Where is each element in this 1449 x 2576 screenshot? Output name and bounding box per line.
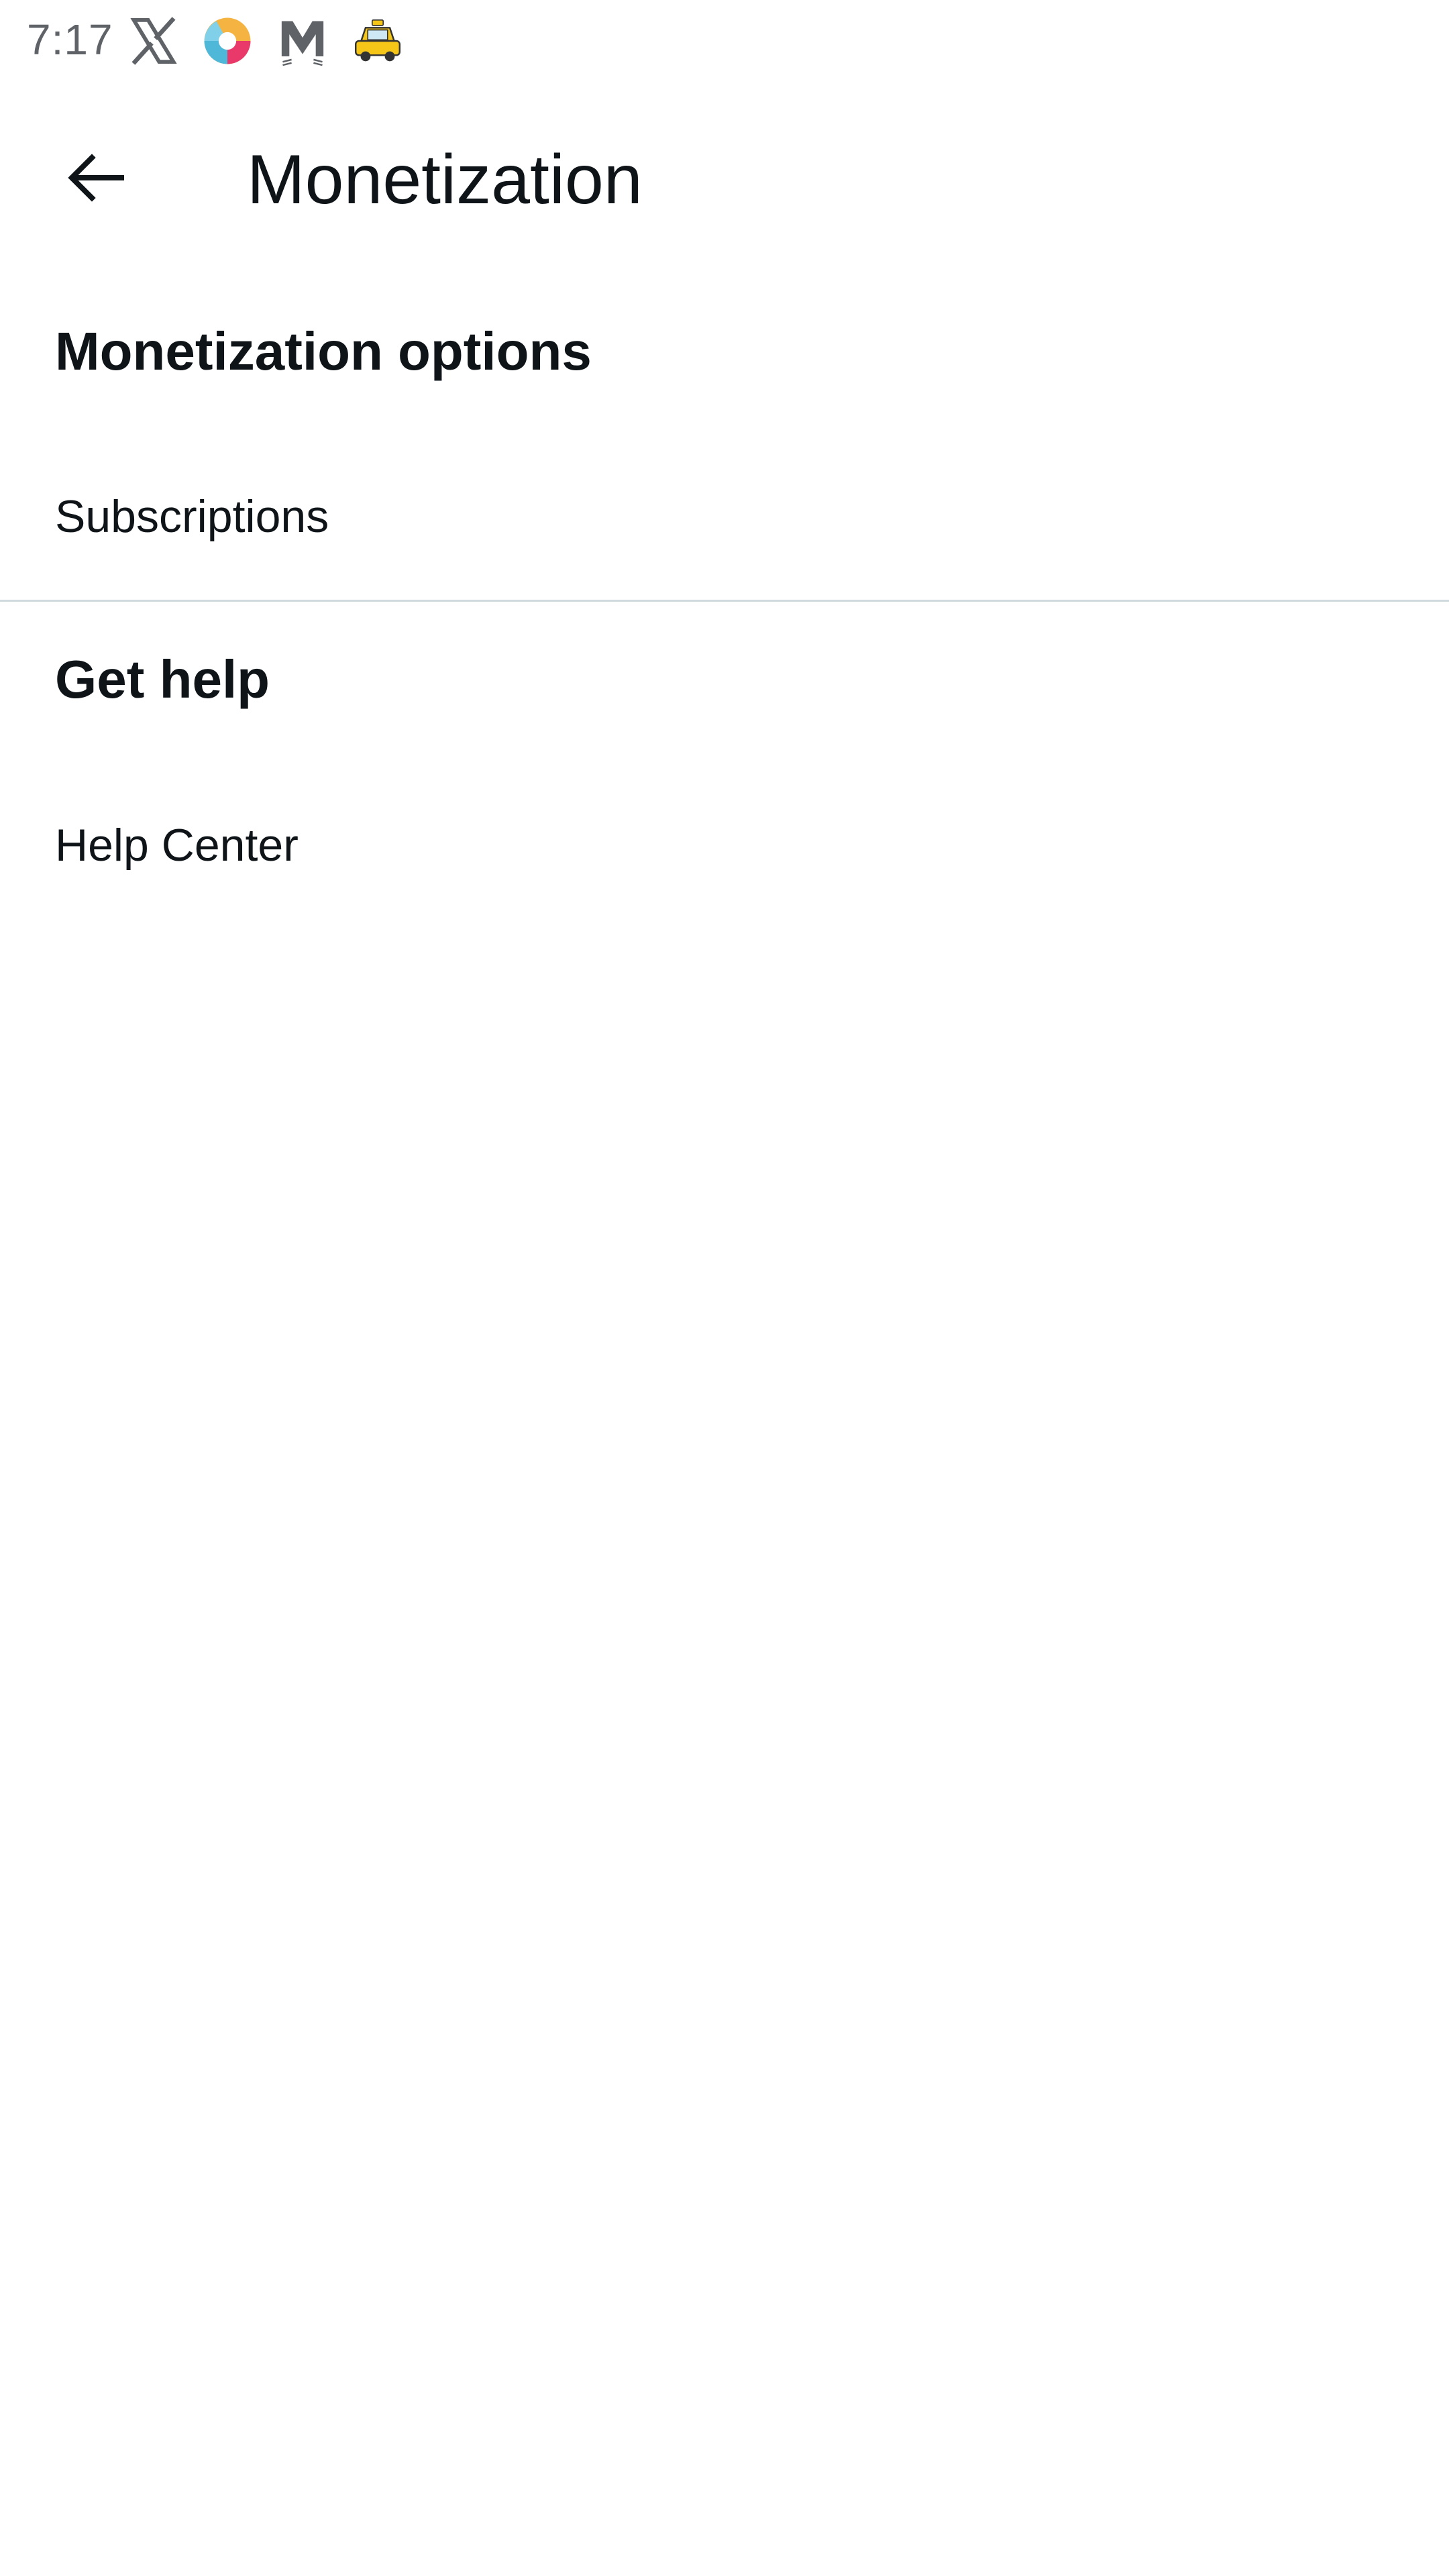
list-item-label: Subscriptions [55,491,329,542]
list-item-subscriptions[interactable]: Subscriptions [0,449,1449,584]
status-time: 7:17 [27,15,113,64]
colorful-circle-app-icon [200,13,255,68]
section-heading-get-help: Get help [55,649,270,709]
status-bar: 7:17 [0,0,1449,80]
back-button[interactable] [46,127,146,228]
taxi-car-app-icon [350,13,405,68]
list-item-label: Help Center [55,820,299,871]
mail-cat-app-icon [275,13,330,68]
section-heading-monetization-options: Monetization options [55,321,592,381]
section-divider [0,600,1449,602]
app-bar: Monetization [0,97,1449,262]
x-logo-icon [126,13,181,68]
page-title: Monetization [247,141,643,219]
arrow-left-icon [62,144,129,211]
list-item-help-center[interactable]: Help Center [0,778,1449,912]
